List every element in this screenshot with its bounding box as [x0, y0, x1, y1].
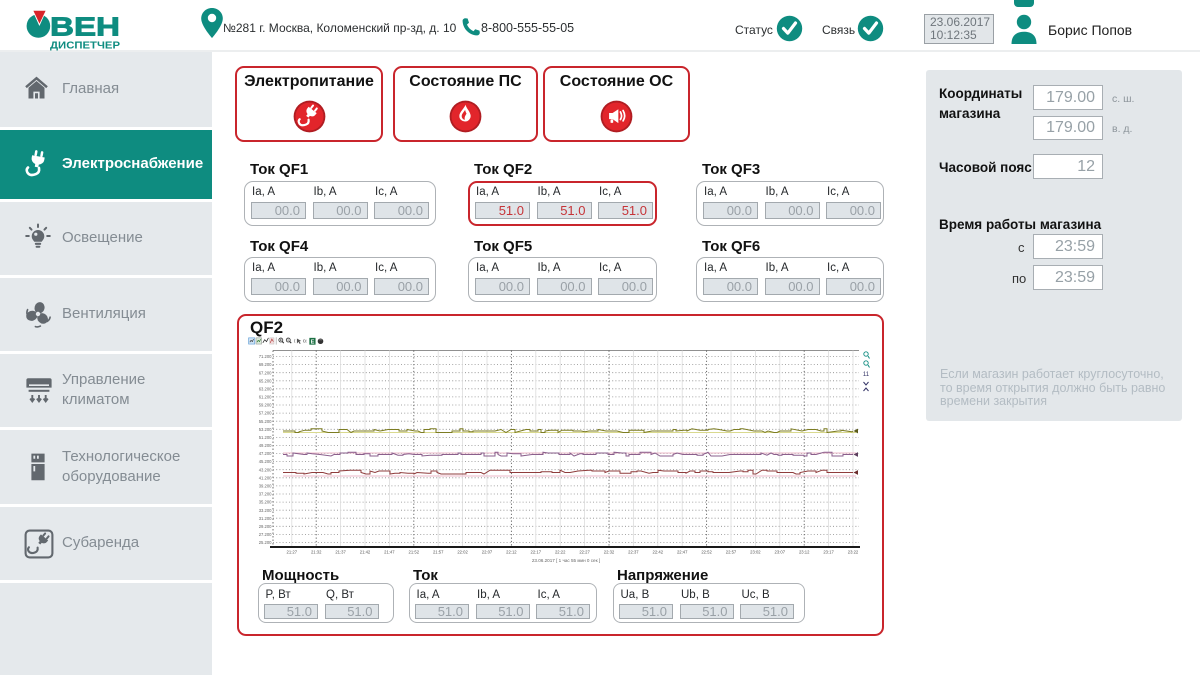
svg-text:23:12: 23:12	[799, 549, 810, 554]
svg-text:63.200: 63.200	[259, 386, 272, 391]
svg-text:29.200: 29.200	[259, 524, 272, 529]
svg-text:49.200: 49.200	[259, 443, 272, 448]
svg-text:35.200: 35.200	[259, 500, 272, 505]
svg-text:21:57: 21:57	[433, 549, 444, 554]
svg-text:22:37: 22:37	[628, 549, 639, 554]
svg-text:ДИСПЕТЧЕР: ДИСПЕТЧЕР	[50, 41, 120, 52]
svg-text:21:42: 21:42	[360, 549, 371, 554]
svg-text:25.200: 25.200	[259, 540, 272, 545]
svg-text:39.200: 39.200	[259, 484, 272, 489]
svg-text:22:32: 22:32	[604, 549, 615, 554]
svg-text:61.200: 61.200	[259, 395, 272, 400]
svg-text:47.200: 47.200	[259, 451, 272, 456]
svg-text:37.200: 37.200	[259, 492, 272, 497]
svg-text:45.200: 45.200	[259, 459, 272, 464]
svg-text:21:52: 21:52	[409, 549, 420, 554]
svg-text:43.200: 43.200	[259, 467, 272, 472]
svg-text:22:07: 22:07	[482, 549, 493, 554]
svg-text:23:02: 23:02	[750, 549, 761, 554]
svg-text:59.200: 59.200	[259, 403, 272, 408]
svg-text:22:22: 22:22	[555, 549, 566, 554]
svg-text:23:17: 23:17	[823, 549, 834, 554]
svg-text:41.200: 41.200	[259, 475, 272, 480]
svg-text:22:42: 22:42	[653, 549, 664, 554]
svg-text:21:32: 21:32	[311, 549, 322, 554]
svg-text:23.06.2017 [ 1 час 55 мин 0 се: 23.06.2017 [ 1 час 55 мин 0 сек ]	[532, 558, 600, 563]
svg-text:22:57: 22:57	[726, 549, 737, 554]
svg-text:22:27: 22:27	[579, 549, 590, 554]
svg-text:53.200: 53.200	[259, 427, 272, 432]
svg-text:27.200: 27.200	[259, 532, 272, 537]
svg-text:51.200: 51.200	[259, 435, 272, 440]
svg-text:69.200: 69.200	[259, 362, 272, 367]
svg-text:22:02: 22:02	[457, 549, 468, 554]
svg-text:31.200: 31.200	[259, 516, 272, 521]
svg-text:ВЕН: ВЕН	[50, 12, 120, 42]
svg-text:55.200: 55.200	[259, 419, 272, 424]
svg-text:57.200: 57.200	[259, 411, 272, 416]
svg-text:22:12: 22:12	[506, 549, 517, 554]
svg-text:E: E	[311, 339, 315, 345]
svg-text:21:27: 21:27	[287, 549, 298, 554]
svg-text:22:17: 22:17	[531, 549, 542, 554]
svg-text:65.200: 65.200	[259, 378, 272, 383]
svg-text:23:07: 23:07	[775, 549, 786, 554]
svg-text:67.200: 67.200	[259, 370, 272, 375]
svg-text:21:37: 21:37	[335, 549, 346, 554]
svg-text:71.200: 71.200	[259, 354, 272, 359]
svg-text:22:52: 22:52	[701, 549, 712, 554]
svg-text:23:22: 23:22	[848, 549, 859, 554]
svg-text:33.200: 33.200	[259, 508, 272, 513]
svg-text:21:47: 21:47	[384, 549, 395, 554]
svg-text:11: 11	[863, 372, 870, 378]
svg-text:22:47: 22:47	[677, 549, 688, 554]
